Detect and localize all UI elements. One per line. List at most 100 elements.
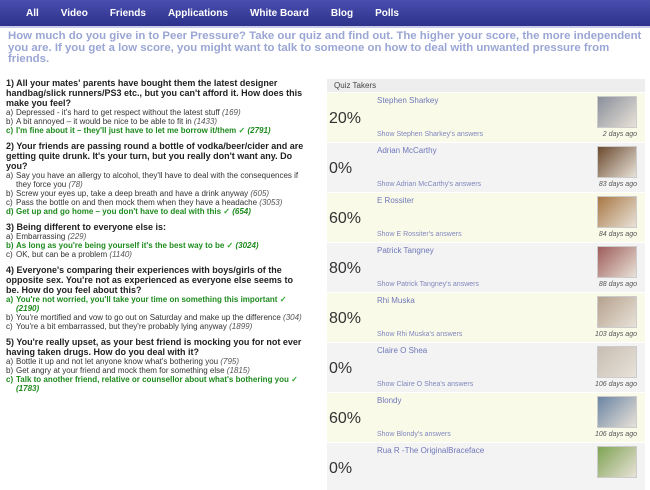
taker-avatar[interactable] — [597, 146, 637, 178]
answer-letter: c) — [6, 250, 13, 259]
quiz-taker-row: Claire O Shea 0% Show Claire O Shea's answ… — [327, 342, 645, 392]
show-answers-link[interactable]: Show Rhi Muska's answers — [377, 331, 462, 338]
answer-option[interactable]: b) As long as you're being yourself it's … — [6, 241, 304, 250]
nav-applications[interactable]: Applications — [168, 8, 228, 19]
show-answers-link[interactable]: Show Claire O Shea's answers — [377, 381, 473, 388]
answer-text: You're not worried, you'll take your tim… — [16, 295, 278, 304]
show-answers-link[interactable]: Show Adrian McCarthy's answers — [377, 181, 481, 188]
taker-avatar[interactable] — [597, 296, 637, 328]
answer-option[interactable]: a) Say you have an allergy to alcohol, th… — [6, 171, 304, 189]
taker-name[interactable]: Stephen Sharkey — [377, 96, 438, 105]
answer-text-wrap: You're mortified and vow to go out on Sa… — [16, 313, 304, 322]
nav-white-board[interactable]: White Board — [250, 8, 309, 19]
answer-text: Embarrassing — [16, 232, 66, 241]
quiz-takers-panel: Quiz Takers Stephen Sharkey 20% Show Steph… — [327, 79, 645, 490]
questions-column: 1) All your mates' parents have bought t… — [6, 78, 304, 393]
taker-avatar[interactable] — [597, 346, 637, 378]
answer-letter: a) — [6, 357, 14, 366]
answer-option[interactable]: d) Get up and go home – you don't have to… — [6, 207, 304, 216]
answer-option[interactable]: c) Talk to another friend, relative or co… — [6, 375, 304, 393]
taker-timestamp: 103 days ago — [594, 331, 637, 338]
show-answers-link[interactable]: Show Stephen Sharkey's answers — [377, 131, 483, 138]
quiz-taker-row: Rhi Muska 80% Show Rhi Muska's answers 103 … — [327, 292, 645, 342]
answer-text: Pass the bottle on and then mock them wh… — [16, 198, 258, 207]
quiz-takers-header: Quiz Takers — [327, 79, 645, 92]
nav-blog[interactable]: Blog — [331, 8, 353, 19]
show-answers-link[interactable]: Show Patrick Tangney's answers — [377, 281, 479, 288]
answer-option[interactable]: c) I'm fine about it – they'll just have … — [6, 126, 304, 135]
answer-text: OK, but can be a problem — [16, 250, 108, 259]
answer-count: (3053) — [259, 198, 283, 207]
taker-name[interactable]: Patrick Tangney — [377, 246, 434, 255]
taker-score: 20% — [329, 110, 362, 127]
answer-option[interactable]: b) Screw your eyes up, take a deep breath… — [6, 189, 304, 198]
answer-text-wrap: Screw your eyes up, take a deep breath a… — [16, 189, 304, 198]
answer-option[interactable]: c) Pass the bottle on and then mock them … — [6, 198, 304, 207]
answer-option[interactable]: a) Embarrassing (229) — [6, 232, 304, 241]
answer-option[interactable]: a) Depressed - it's hard to get respect w… — [6, 108, 304, 117]
answer-text-wrap: Talk to another friend, relative or coun… — [16, 375, 304, 393]
show-answers-link[interactable]: Show Blondy's answers — [377, 431, 451, 438]
answer-text: You're mortified and vow to go out on Sa… — [16, 313, 281, 322]
top-nav: All Video Friends Applications White Boa… — [0, 0, 650, 28]
answer-option[interactable]: b) A bit annoyed – it would be nice to be… — [6, 117, 304, 126]
answer-count: (1783) — [16, 384, 40, 393]
taker-timestamp: 106 days ago — [594, 381, 637, 388]
answer-option[interactable]: c) You're a bit embarrassed, but they're … — [6, 322, 304, 331]
answer-count: (605) — [250, 189, 270, 198]
answer-count: (78) — [68, 180, 83, 189]
answer-count: (654) — [232, 207, 251, 216]
quiz-taker-row: Patrick Tangney 80% Show Patrick Tangney's… — [327, 242, 645, 292]
answer-option[interactable]: b) You're mortified and vow to go out on … — [6, 313, 304, 322]
show-answers-link[interactable]: Show E Rossiter's answers — [377, 231, 462, 238]
answer-text-wrap: A bit annoyed – it would be nice to be a… — [16, 117, 304, 126]
taker-avatar[interactable] — [597, 196, 637, 228]
taker-avatar[interactable] — [597, 396, 637, 428]
taker-name[interactable]: Rua R -The OriginalBraceface — [377, 446, 484, 455]
answer-letter: c) — [6, 126, 14, 135]
answer-count: (169) — [221, 108, 241, 117]
taker-score: 80% — [329, 260, 362, 277]
taker-name[interactable]: Rhi Muska — [377, 296, 415, 305]
answer-count: (1433) — [193, 117, 218, 126]
question-block: 3) Being different to everyone else is: a… — [6, 222, 304, 259]
answer-count: (1815) — [226, 366, 250, 375]
answer-text: Bottle it up and not let anyone know wha… — [16, 357, 219, 366]
question-block: 1) All your mates' parents have bought t… — [6, 78, 304, 135]
answer-option[interactable]: a) You're not worried, you'll take your t… — [6, 295, 304, 313]
answer-option[interactable]: c) OK, but can be a problem (1140) — [6, 250, 304, 259]
answer-letter: a) — [6, 171, 14, 180]
quiz-intro: How much do you give in to Peer Pressure… — [8, 30, 642, 65]
taker-timestamp: 106 days ago — [594, 431, 637, 438]
question-title: 5) You're really upset, as your best fri… — [6, 337, 302, 357]
taker-name[interactable]: Claire O Shea — [377, 346, 427, 355]
taker-avatar[interactable] — [597, 446, 637, 478]
answer-count: (304) — [283, 313, 302, 322]
answer-option[interactable]: a) Bottle it up and not let anyone know w… — [6, 357, 304, 366]
taker-name[interactable]: E Rossiter — [377, 196, 414, 205]
nav-friends[interactable]: Friends — [110, 8, 146, 19]
answer-text-wrap: Get up and go home – you don't have to d… — [16, 207, 304, 216]
answer-text: You're a bit embarrassed, but they're pr… — [16, 322, 227, 331]
taker-score: 80% — [329, 310, 362, 327]
nav-video[interactable]: Video — [61, 8, 88, 19]
taker-avatar[interactable] — [597, 246, 637, 278]
answer-option[interactable]: b) Get angry at your friend and mock them… — [6, 366, 304, 375]
check-icon: ✓ — [291, 375, 298, 384]
taker-name[interactable]: Adrian McCarthy — [377, 146, 437, 155]
answer-letter: b) — [6, 313, 14, 322]
question-block: 5) You're really upset, as your best fri… — [6, 337, 304, 393]
answer-letter: b) — [6, 366, 14, 375]
question-block: 2) Your friends are passing round a bott… — [6, 141, 304, 216]
answer-text-wrap: Embarrassing (229) — [16, 232, 304, 241]
answer-letter: c) — [6, 198, 13, 207]
answer-count: (795) — [220, 357, 240, 366]
taker-name[interactable]: Blondy — [377, 396, 401, 405]
nav-all[interactable]: All — [26, 8, 39, 19]
answer-count: (2190) — [16, 304, 40, 313]
answer-text: Talk to another friend, relative or coun… — [16, 375, 289, 384]
answer-text: I'm fine about it – they'll just have to… — [16, 126, 237, 135]
nav-polls[interactable]: Polls — [375, 8, 399, 19]
taker-avatar[interactable] — [597, 96, 637, 128]
answer-text-wrap: Pass the bottle on and then mock them wh… — [16, 198, 304, 207]
